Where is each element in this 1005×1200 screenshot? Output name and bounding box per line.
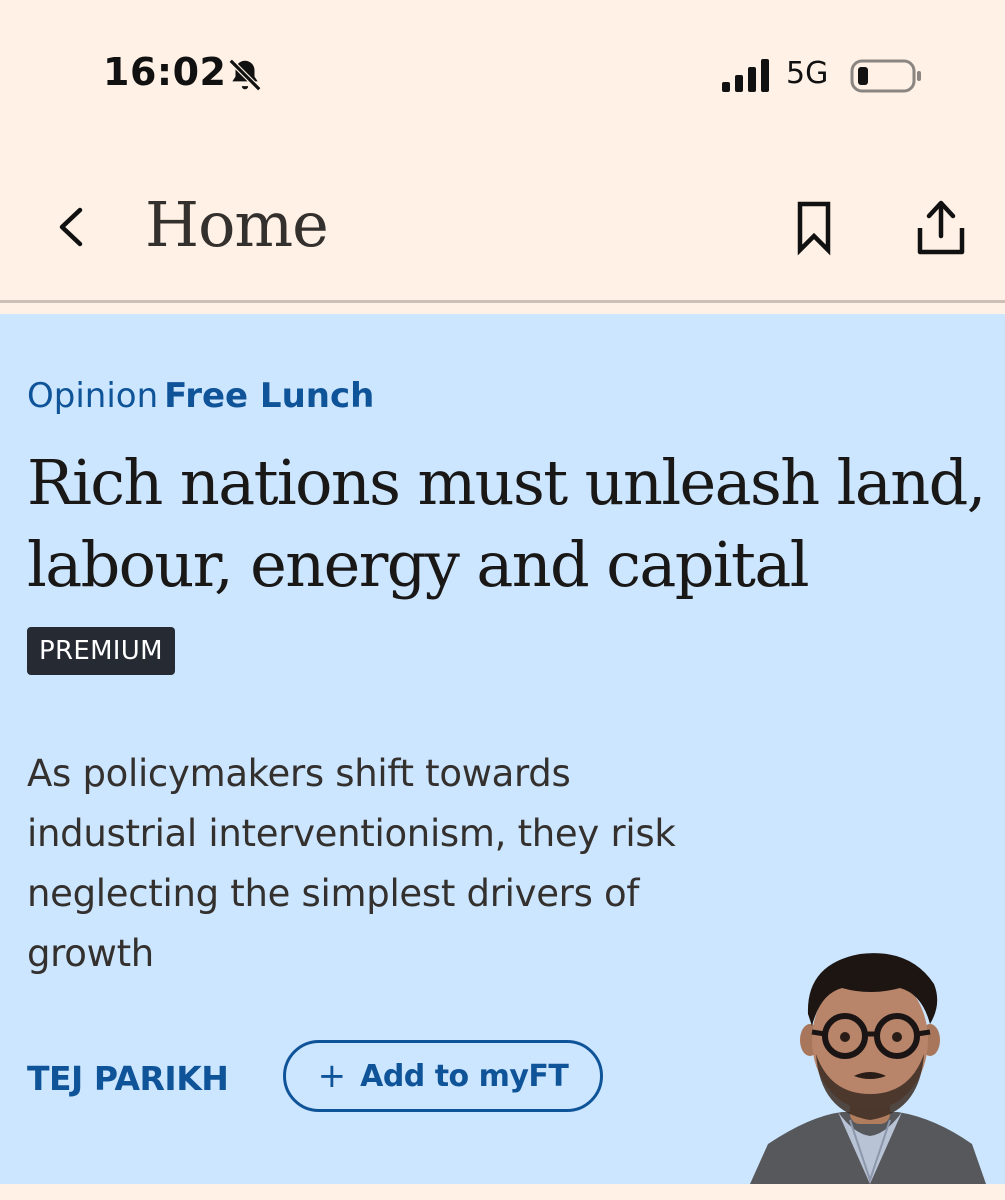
network-type: 5G	[786, 56, 829, 91]
bookmark-icon[interactable]	[792, 198, 836, 258]
bottom-strip	[0, 1184, 1005, 1200]
chevron-left-icon[interactable]	[50, 202, 94, 252]
header-divider	[0, 300, 1005, 303]
nav-bar: Home	[0, 150, 1005, 300]
article-card[interactable]: Opinion Free Lunch Rich nations must unle…	[0, 314, 1005, 1184]
add-to-myft-label: Add to myFT	[360, 1058, 569, 1094]
author-name[interactable]: TEJ PARIKH	[27, 1059, 229, 1098]
plus-icon: +	[317, 1056, 347, 1096]
share-icon[interactable]	[912, 196, 970, 258]
add-to-myft-button[interactable]: + Add to myFT	[283, 1040, 603, 1112]
series-link[interactable]: Free Lunch	[164, 376, 374, 416]
article-kicker: Opinion Free Lunch	[27, 376, 374, 416]
genre-label[interactable]: Opinion	[27, 376, 158, 416]
article-standfirst: As policymakers shift towards industrial…	[27, 752, 676, 975]
premium-badge: PREMIUM	[27, 627, 175, 675]
bell-slash-icon	[228, 58, 262, 92]
author-photo	[750, 953, 986, 1184]
article-headline[interactable]: Rich nations must unleash land, labour, …	[27, 442, 987, 606]
nav-title[interactable]: Home	[145, 188, 329, 261]
status-bar: 16:02 5G	[0, 0, 1005, 150]
signal-icon	[722, 59, 769, 92]
status-time: 16:02	[103, 50, 227, 94]
battery-icon	[850, 59, 921, 93]
